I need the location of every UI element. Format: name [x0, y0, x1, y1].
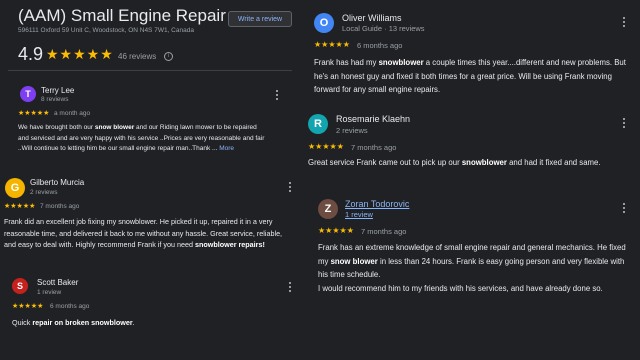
more-options-icon[interactable]: [622, 118, 625, 130]
review-time: 7 months ago: [40, 203, 80, 210]
review-stars: ★★★★★: [318, 226, 354, 235]
review-stars: ★★★★★: [314, 40, 350, 49]
review-time: 6 months ago: [50, 303, 90, 310]
review-time: 6 months ago: [357, 41, 403, 50]
reviewer-name[interactable]: Terry Lee: [41, 86, 74, 95]
review-count-link[interactable]: 46 reviews: [118, 52, 156, 61]
review-text: Quick repair on broken snowblower.: [12, 318, 135, 327]
reviewer-meta: 8 reviews: [41, 96, 69, 103]
more-link[interactable]: More: [219, 145, 234, 152]
review-text: Frank did an excellent job fixing my sno…: [4, 217, 283, 249]
avatar[interactable]: O: [314, 13, 334, 33]
reviewer-name[interactable]: Rosemarie Klaehn: [336, 114, 410, 124]
right-reviews-panel: O document.currentScript.previousElement…: [300, 0, 640, 360]
more-options-icon[interactable]: [288, 182, 291, 194]
review-text: We have brought both our snow blower and…: [18, 124, 265, 152]
reviewer-name[interactable]: Gilberto Murcia: [30, 178, 84, 187]
review-stars: ★★★★★: [18, 110, 50, 117]
more-options-icon[interactable]: [275, 90, 278, 102]
reviewer-meta: 1 review: [37, 289, 62, 296]
review-stars: ★★★★★: [308, 142, 344, 151]
avatar[interactable]: Z: [318, 199, 338, 219]
reviewer-name[interactable]: Scott Baker: [37, 278, 78, 287]
review-stars: ★★★★★: [4, 203, 36, 210]
review-time: a month ago: [54, 110, 91, 117]
business-address: 596111 Oxford 59 Unit C, Woodstock, ON N…: [18, 27, 194, 34]
left-reviews-panel: (AAM) Small Engine Repair 596111 Oxford …: [0, 0, 300, 360]
overall-stars: ★★★★★: [46, 46, 114, 62]
review-time: 7 months ago: [361, 227, 407, 236]
review-time: 7 months ago: [351, 143, 397, 152]
more-options-icon[interactable]: [622, 203, 625, 215]
reviewer-meta: 2 reviews: [30, 189, 58, 196]
review-text: Great service Frank came out to pick up …: [308, 158, 601, 167]
write-review-button[interactable]: Write a review: [228, 11, 292, 27]
review-stars: ★★★★★: [12, 303, 44, 310]
reviewer-meta: 2 reviews: [336, 126, 368, 135]
avatar[interactable]: S: [12, 278, 28, 294]
business-title: (AAM) Small Engine Repair: [18, 6, 226, 25]
reviewer-meta: Local Guide · 13 reviews: [342, 24, 425, 33]
avatar[interactable]: R: [308, 114, 328, 134]
reviewer-meta[interactable]: 1 review: [345, 210, 373, 219]
review-text: Frank has had my snowblower a couple tim…: [314, 58, 626, 94]
more-options-icon[interactable]: [288, 282, 291, 294]
info-icon[interactable]: i: [164, 52, 173, 61]
reviewer-name[interactable]: Zoran Todorovic: [345, 199, 409, 209]
overall-rating: 4.9: [18, 44, 44, 64]
more-options-icon[interactable]: [622, 17, 625, 29]
avatar[interactable]: G: [5, 178, 25, 198]
avatar[interactable]: T: [20, 86, 36, 102]
reviewer-name[interactable]: Oliver Williams: [342, 13, 402, 23]
review-text: Frank has an extreme knowledge of small …: [318, 243, 626, 293]
divider: [8, 70, 292, 71]
